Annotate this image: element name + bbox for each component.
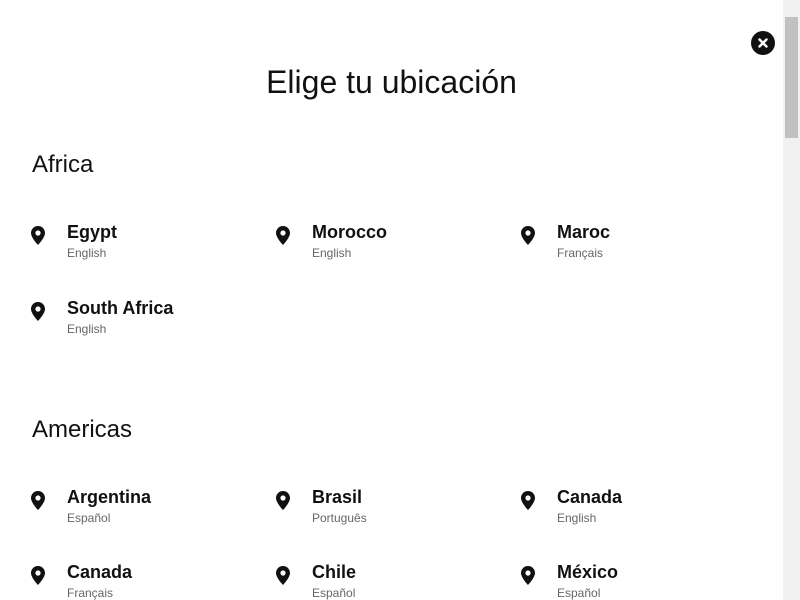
location-egypt-english[interactable]: Egypt English	[31, 221, 261, 271]
location-maroc-francais[interactable]: Maroc Français	[521, 221, 751, 271]
country-name: Canada	[557, 487, 623, 507]
country-name: South Africa	[67, 298, 174, 318]
language-label: English	[312, 246, 352, 260]
location-argentina-espanol[interactable]: Argentina Español	[31, 486, 261, 536]
location-mexico-espanol[interactable]: México Español	[521, 561, 751, 600]
region-title-americas: Americas	[32, 416, 133, 443]
close-button[interactable]	[751, 31, 775, 55]
scrollbar-thumb[interactable]	[785, 17, 798, 138]
modal-title: Elige tu ubicación	[266, 64, 517, 100]
close-icon	[758, 38, 768, 48]
language-label: English	[557, 511, 597, 525]
map-pin-icon	[31, 226, 45, 245]
country-name: Maroc	[557, 222, 611, 242]
map-pin-icon	[31, 566, 45, 585]
region-title-africa: Africa	[32, 151, 94, 178]
location-modal: Elige tu ubicación Africa Egypt English …	[0, 0, 783, 600]
country-name: Canada	[67, 562, 133, 582]
location-canada-francais[interactable]: Canada Français	[31, 561, 261, 600]
language-label: Español	[557, 586, 601, 600]
location-south-africa-english[interactable]: South Africa English	[31, 297, 261, 347]
vertical-scrollbar[interactable]	[783, 0, 800, 600]
map-pin-icon	[521, 491, 535, 510]
country-name: Morocco	[312, 222, 388, 242]
language-label: English	[67, 246, 107, 260]
location-brasil-portugues[interactable]: Brasil Português	[276, 486, 506, 536]
country-name: Egypt	[67, 222, 118, 242]
location-chile-espanol[interactable]: Chile Español	[276, 561, 506, 600]
language-label: Français	[557, 246, 604, 260]
country-name: México	[557, 562, 619, 582]
location-morocco-english[interactable]: Morocco English	[276, 221, 506, 271]
map-pin-icon	[276, 226, 290, 245]
map-pin-icon	[521, 566, 535, 585]
language-label: Português	[312, 511, 367, 525]
map-pin-icon	[31, 491, 45, 510]
map-pin-icon	[276, 566, 290, 585]
language-label: English	[67, 322, 107, 336]
location-canada-english[interactable]: Canada English	[521, 486, 751, 536]
country-name: Brasil	[312, 487, 363, 507]
language-label: Español	[67, 511, 111, 525]
map-pin-icon	[521, 226, 535, 245]
language-label: Français	[67, 586, 114, 600]
country-name: Argentina	[67, 487, 152, 507]
language-label: Español	[312, 586, 356, 600]
map-pin-icon	[31, 302, 45, 321]
map-pin-icon	[276, 491, 290, 510]
country-name: Chile	[312, 562, 357, 582]
